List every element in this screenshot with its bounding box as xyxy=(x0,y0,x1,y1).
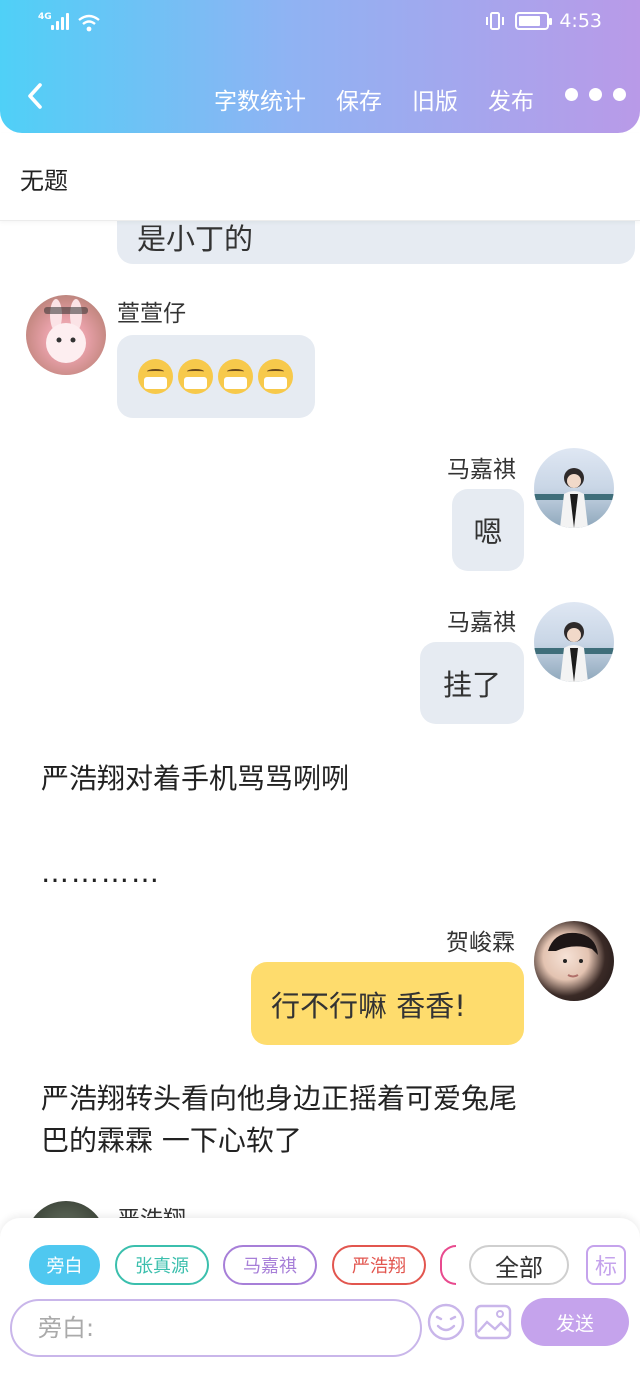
sender-name: 严浩翔 xyxy=(117,1200,186,1218)
message-bubble[interactable]: 挂了 xyxy=(420,642,524,724)
message-input-box[interactable] xyxy=(10,1299,422,1357)
vibrate-icon xyxy=(486,12,505,30)
network-indicators: 4G xyxy=(38,12,100,32)
role-chip-label: 旁白 xyxy=(46,1256,83,1277)
narration-text[interactable]: 严浩翔对着手机骂骂咧咧 xyxy=(41,758,349,800)
cellular-signal-icon: 4G xyxy=(38,12,70,32)
message-text: 是小丁的 xyxy=(137,221,254,256)
message-bubble[interactable]: 是小丁的 xyxy=(117,221,635,264)
person-avatar-icon xyxy=(548,932,598,978)
old-version-button[interactable]: 旧版 xyxy=(412,82,458,116)
chat-content[interactable]: 是小丁的 萱萱仔 马嘉祺 嗯 马嘉祺 挂了 严浩翔对着手机骂骂咧咧 ………… 贺… xyxy=(0,221,640,1218)
document-title-bar[interactable]: 无题 xyxy=(0,133,640,221)
publish-button[interactable]: 发布 xyxy=(488,82,534,116)
role-chip-label: 张真源 xyxy=(135,1256,189,1277)
avatar[interactable] xyxy=(534,921,614,1001)
send-button[interactable]: 发送 xyxy=(521,1298,629,1346)
nav-actions: 字数统计 保存 旧版 发布 xyxy=(214,82,534,116)
message-bubble[interactable]: 行不行嘛 香香! xyxy=(251,962,524,1045)
status-bar: 4G 4:53 xyxy=(0,0,640,44)
more-button[interactable] xyxy=(565,88,626,101)
all-roles-button[interactable]: 全部 xyxy=(469,1245,569,1285)
narration-line: 严浩翔转头看向他身边正摇着可爱兔尾 xyxy=(41,1082,518,1115)
clock: 4:53 xyxy=(559,10,602,32)
message-bubble[interactable] xyxy=(117,335,315,418)
word-count-button[interactable]: 字数统计 xyxy=(214,82,306,116)
role-chip-partial[interactable] xyxy=(440,1245,456,1285)
message-text: 嗯 xyxy=(473,515,503,549)
more-dot-icon xyxy=(565,88,578,101)
narration-line: 巴的霖霖 一下心软了 xyxy=(41,1124,302,1157)
app-header: 4G 4:53 字数统计 保存 旧版 发布 xyxy=(0,0,640,133)
tag-button[interactable]: 标 xyxy=(586,1245,626,1285)
sender-name: 马嘉祺 xyxy=(447,457,516,483)
send-label: 发送 xyxy=(555,1312,594,1335)
mask-face-emoji-icon xyxy=(218,359,253,394)
person-avatar-icon xyxy=(534,622,614,682)
bunny-avatar-icon xyxy=(44,299,88,363)
person-avatar-icon xyxy=(534,468,614,528)
sender-name: 贺峻霖 xyxy=(446,930,515,956)
emoji-smile-icon[interactable] xyxy=(426,1302,466,1342)
system-indicators: 4:53 xyxy=(485,10,602,32)
role-chip-yan-haoxiang[interactable]: 严浩翔 xyxy=(332,1245,426,1285)
mask-face-emoji-icon xyxy=(138,359,173,394)
chevron-left-icon xyxy=(28,83,42,109)
sender-name: 萱萱仔 xyxy=(117,301,186,327)
role-chip-ma-jiaqi[interactable]: 马嘉祺 xyxy=(223,1245,317,1285)
composer-panel: 旁白 张真源 马嘉祺 严浩翔 全部 标 发送 xyxy=(0,1218,640,1387)
narration-text[interactable]: ………… xyxy=(41,852,161,894)
avatar[interactable] xyxy=(534,448,614,528)
sender-name: 马嘉祺 xyxy=(447,610,516,636)
message-text: 挂了 xyxy=(442,668,501,702)
nav-bar: 字数统计 保存 旧版 发布 xyxy=(0,70,640,126)
battery-icon xyxy=(515,12,553,30)
network-type: 4G xyxy=(38,12,52,22)
back-button[interactable] xyxy=(20,78,50,114)
mask-face-emoji-icon xyxy=(258,359,293,394)
narration-text[interactable]: 严浩翔转头看向他身边正摇着可爱兔尾 巴的霖霖 一下心软了 xyxy=(41,1078,517,1162)
role-chip-label: 严浩翔 xyxy=(352,1256,406,1277)
image-icon[interactable] xyxy=(473,1302,513,1342)
message-text: 行不行嘛 香香! xyxy=(271,988,466,1023)
mask-face-emoji-icon xyxy=(178,359,213,394)
tag-label: 标 xyxy=(594,1255,617,1280)
avatar[interactable] xyxy=(26,295,106,375)
avatar[interactable] xyxy=(26,1201,106,1218)
role-chip-label: 马嘉祺 xyxy=(243,1256,297,1277)
message-bubble[interactable]: 嗯 xyxy=(452,489,524,571)
all-roles-label: 全部 xyxy=(495,1253,543,1282)
document-title: 无题 xyxy=(20,167,68,195)
more-dot-icon xyxy=(613,88,626,101)
wifi-icon xyxy=(78,14,100,32)
save-button[interactable]: 保存 xyxy=(336,82,382,116)
message-input[interactable] xyxy=(12,1301,420,1355)
role-chip-narrator[interactable]: 旁白 xyxy=(29,1245,100,1285)
avatar[interactable] xyxy=(534,602,614,682)
role-chip-zhang-zhenyuan[interactable]: 张真源 xyxy=(115,1245,209,1285)
more-dot-icon xyxy=(589,88,602,101)
